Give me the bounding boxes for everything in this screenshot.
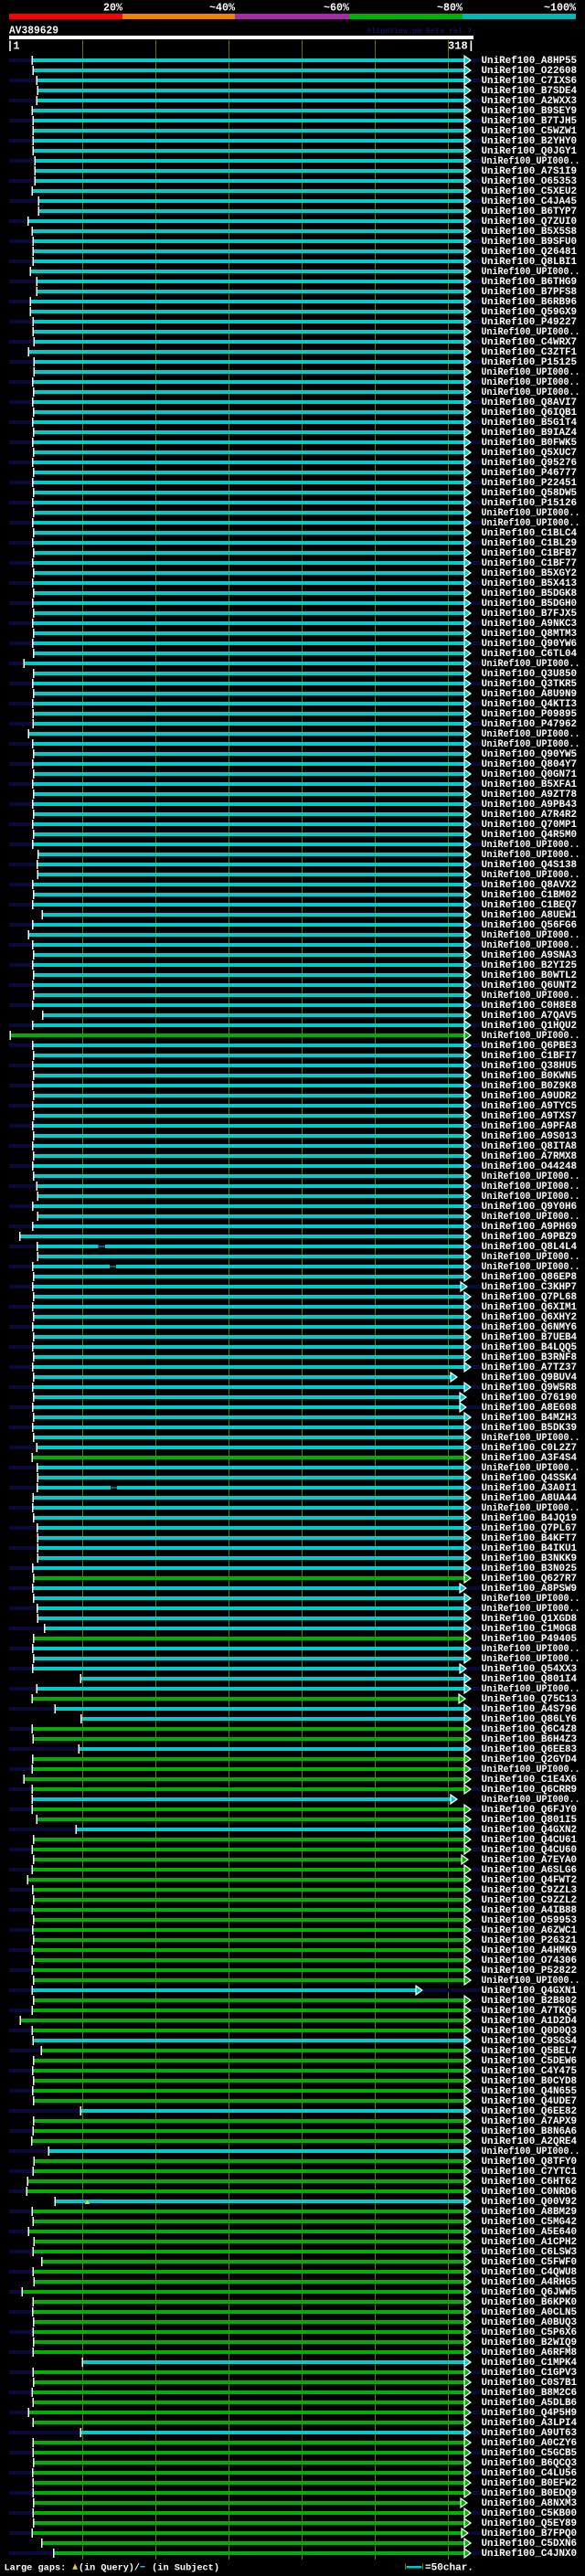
- svg-text:AV389629: AV389629: [9, 26, 58, 37]
- svg-text:318|: 318|: [448, 41, 474, 53]
- svg-text:~60%: ~60%: [324, 3, 349, 15]
- svg-text:~80%: ~80%: [437, 3, 463, 15]
- svg-text:(in Query)/: (in Query)/: [79, 2563, 140, 2574]
- svg-text:Large gaps:: Large gaps:: [5, 2563, 72, 2574]
- svg-text:(in Subject): (in Subject): [146, 2563, 219, 2574]
- svg-text:=50char.: =50char.: [425, 2563, 473, 2574]
- svg-text:20%: 20%: [103, 3, 122, 15]
- svg-text:AlignView.pm Beta rel.7: AlignView.pm Beta rel.7: [367, 27, 472, 36]
- svg-text:UniRef100_C4JNX0: UniRef100_C4JNX0: [482, 2549, 578, 2560]
- svg-text:|1: |1: [7, 41, 20, 53]
- svg-text:~40%: ~40%: [209, 3, 235, 15]
- svg-text:~100%: ~100%: [544, 3, 576, 15]
